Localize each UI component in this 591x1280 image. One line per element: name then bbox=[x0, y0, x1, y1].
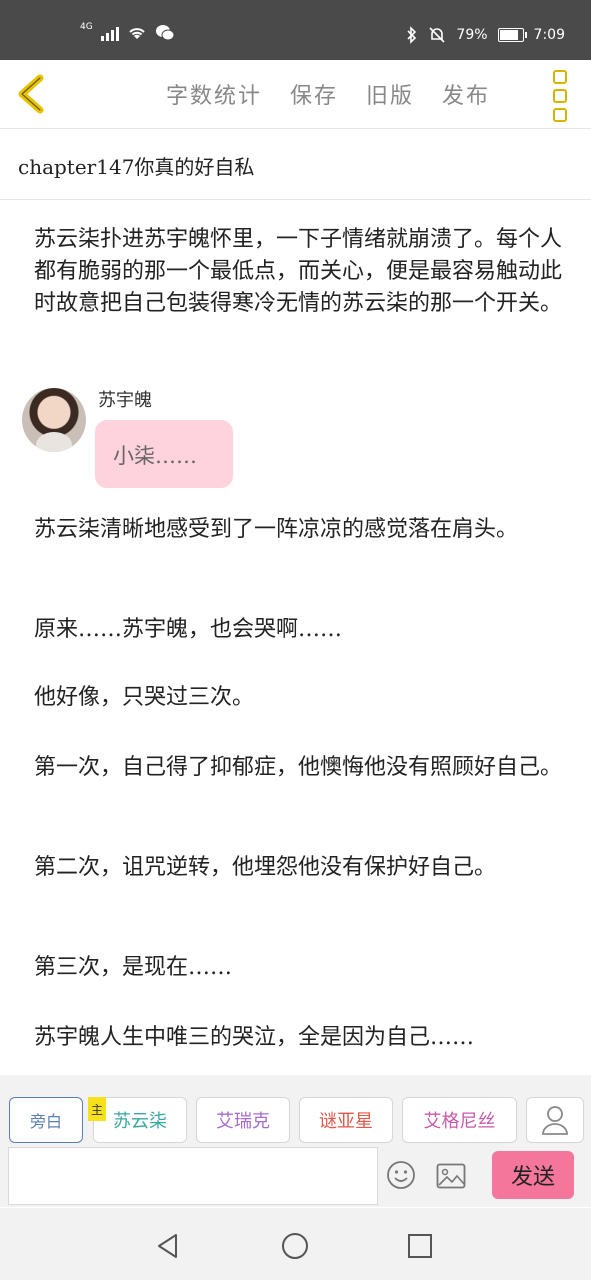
character-chip[interactable]: 谜亚星 bbox=[299, 1097, 393, 1143]
paragraph: 他好像，只哭过三次。 bbox=[34, 685, 255, 710]
main-character-badge: 主 bbox=[88, 1097, 106, 1121]
add-character-button[interactable] bbox=[526, 1097, 584, 1143]
send-button[interactable]: 发送 bbox=[492, 1151, 574, 1199]
old-version-button[interactable]: 旧版 bbox=[366, 78, 414, 110]
character-chip[interactable]: 苏云柒 bbox=[93, 1097, 187, 1143]
status-bar: 4G 79% 7:09 bbox=[0, 0, 591, 60]
header-actions: 字数统计 保存 旧版 发布 bbox=[166, 78, 490, 110]
clock: 7:09 bbox=[533, 27, 565, 43]
publish-button[interactable]: 发布 bbox=[442, 78, 490, 110]
image-icon[interactable] bbox=[436, 1163, 466, 1189]
character-chip[interactable]: 艾瑞克 bbox=[196, 1097, 290, 1143]
paragraph: 第一次，自己得了抑郁症，他懊悔他没有照顾好自己。 bbox=[34, 755, 563, 780]
dialog-speaker: 苏宇魄 bbox=[98, 390, 152, 411]
back-arrow-icon[interactable] bbox=[12, 72, 52, 116]
dialog-text: 小柒…… bbox=[113, 444, 197, 468]
narration-chip[interactable]: 旁白 bbox=[9, 1097, 83, 1143]
nav-back-icon[interactable] bbox=[154, 1232, 182, 1260]
person-icon bbox=[542, 1106, 568, 1135]
mute-bell-icon bbox=[429, 27, 445, 43]
word-count-button[interactable]: 字数统计 bbox=[166, 78, 262, 110]
nav-home-icon[interactable] bbox=[281, 1232, 309, 1260]
editor-header: 字数统计 保存 旧版 发布 bbox=[0, 60, 591, 129]
paragraph: 苏宇魄人生中唯三的哭泣，全是因为自己…… bbox=[34, 1025, 475, 1050]
network-type: 4G bbox=[80, 22, 93, 32]
emoji-icon[interactable] bbox=[386, 1160, 416, 1190]
more-menu-icon[interactable] bbox=[553, 70, 567, 122]
paragraph: 苏云柒清晰地感受到了一阵凉凉的感觉落在肩头。 bbox=[34, 517, 519, 542]
status-left: 4G bbox=[80, 22, 175, 42]
dialog-bubble[interactable]: 小柒…… bbox=[95, 420, 233, 488]
chapter-title-bar[interactable]: chapter147你真的好自私 bbox=[0, 129, 591, 200]
save-button[interactable]: 保存 bbox=[290, 78, 338, 110]
message-input[interactable] bbox=[8, 1147, 378, 1205]
avatar[interactable] bbox=[22, 388, 86, 452]
system-nav-bar bbox=[0, 1208, 591, 1280]
story-content[interactable]: 苏云柒扑进苏宇魄怀里，一下子情绪就崩溃了。每个人都有脆弱的那一个最低点，而关心，… bbox=[0, 200, 591, 1075]
status-right: 79% 7:09 bbox=[406, 26, 565, 44]
battery-percent: 79% bbox=[456, 27, 488, 43]
bluetooth-icon bbox=[407, 26, 417, 44]
chapter-title: chapter147你真的好自私 bbox=[18, 155, 255, 179]
battery-icon bbox=[497, 28, 527, 42]
paragraph: 第三次，是现在…… bbox=[34, 955, 233, 980]
nav-recents-icon[interactable] bbox=[406, 1232, 434, 1260]
paragraph: 原来……苏宇魄，也会哭啊…… bbox=[34, 617, 343, 642]
signal-icon bbox=[100, 25, 119, 41]
wifi-icon bbox=[129, 28, 145, 39]
character-chip[interactable]: 艾格尼丝 bbox=[402, 1097, 517, 1143]
paragraph: 苏云柒扑进苏宇魄怀里，一下子情绪就崩溃了。每个人都有脆弱的那一个最低点，而关心，… bbox=[34, 227, 563, 316]
wechat-icon bbox=[155, 25, 175, 41]
paragraph: 第二次，诅咒逆转，他埋怨他没有保护好自己。 bbox=[34, 855, 497, 880]
